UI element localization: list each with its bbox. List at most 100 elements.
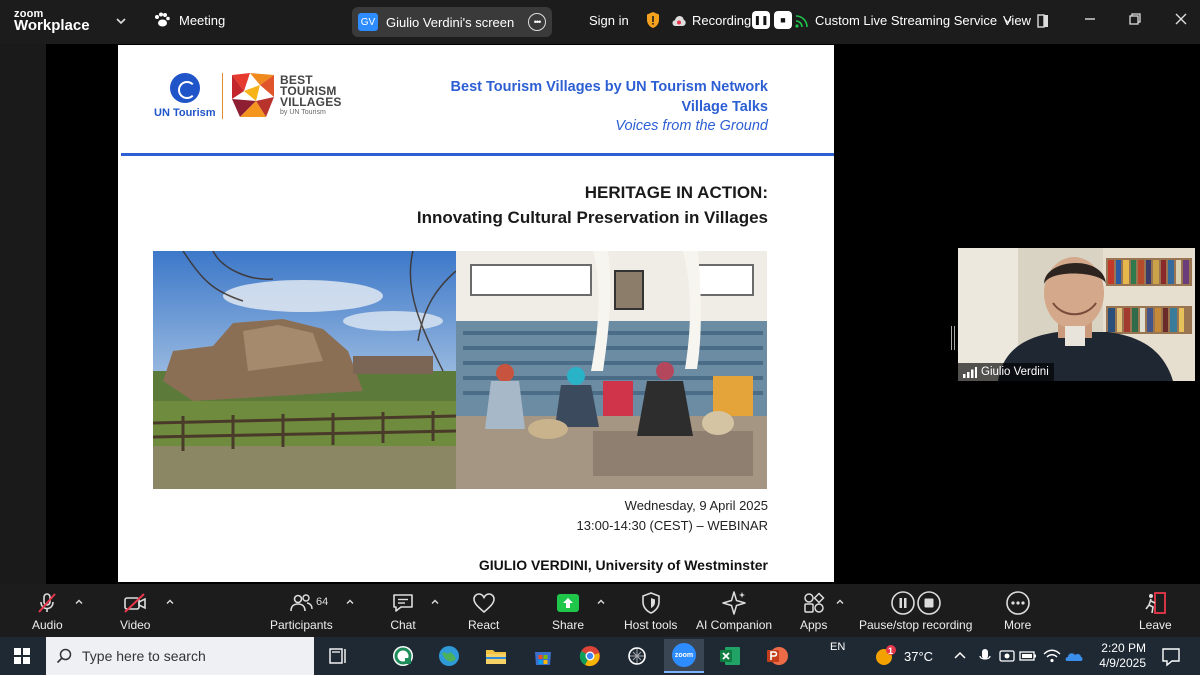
restore-icon[interactable] bbox=[1128, 12, 1142, 26]
paw-icon bbox=[155, 12, 170, 27]
pause-icon[interactable]: ❚❚ bbox=[752, 11, 770, 29]
un-globe-icon bbox=[169, 73, 200, 103]
sign-in-link[interactable]: Sign in bbox=[589, 13, 629, 28]
leave-door-icon bbox=[1145, 592, 1167, 614]
chevron-up-icon[interactable] bbox=[74, 597, 84, 607]
onedrive-icon[interactable] bbox=[1064, 643, 1084, 669]
chat-button[interactable]: Chat bbox=[390, 590, 416, 632]
security-shield-icon[interactable] bbox=[646, 11, 660, 29]
close-icon[interactable] bbox=[1174, 12, 1188, 26]
weather-temp: 37°C bbox=[904, 649, 934, 664]
ai-companion-label: AI Companion bbox=[696, 618, 773, 632]
leave-button[interactable]: Leave bbox=[1139, 590, 1172, 632]
pause-stop-recording-icon bbox=[890, 591, 941, 615]
event-date-block: Wednesday, 9 April 2025 13:00-14:30 (CES… bbox=[577, 496, 768, 536]
ai-companion-button[interactable]: AI Companion bbox=[696, 590, 772, 632]
video-button[interactable]: Video bbox=[120, 590, 150, 632]
more-options-icon[interactable]: ••• bbox=[528, 13, 546, 31]
panel-resize-handle[interactable] bbox=[951, 326, 955, 350]
chevron-up-icon[interactable] bbox=[165, 597, 175, 607]
speaker-name: GIULIO VERDINI, University of Westminste… bbox=[478, 557, 768, 573]
slide-header: Best Tourism Villages by UN Tourism Netw… bbox=[451, 78, 768, 137]
best-tourism-villages-logo-text: BEST TOURISM VILLAGES by UN Tourism bbox=[280, 74, 342, 118]
shared-slide: UN Tourism BEST TOURISM VILLAGES by UN T… bbox=[118, 45, 834, 582]
btv-sub: by UN Tourism bbox=[280, 109, 326, 116]
cloud-record-icon bbox=[672, 15, 686, 26]
shared-screen-pill[interactable]: GV Giulio Verdini's screen ••• bbox=[352, 7, 552, 37]
app-icon-1[interactable] bbox=[390, 643, 416, 669]
chevron-up-icon[interactable] bbox=[430, 597, 440, 607]
audio-button[interactable]: Audio bbox=[32, 590, 63, 632]
camera-tray-icon[interactable] bbox=[998, 643, 1016, 669]
stop-icon[interactable]: ■ bbox=[774, 11, 792, 29]
meeting-label: Meeting bbox=[179, 12, 226, 28]
powerpoint-icon[interactable] bbox=[764, 643, 790, 669]
chat-icon bbox=[393, 594, 413, 612]
battery-icon[interactable] bbox=[1019, 643, 1037, 669]
live-stream-icon bbox=[795, 14, 808, 28]
share-button[interactable]: Share bbox=[552, 590, 584, 632]
signal-strength-icon bbox=[963, 366, 977, 378]
participants-icon bbox=[290, 594, 314, 612]
host-tools-label: Host tools bbox=[624, 618, 678, 632]
windows-start-icon[interactable] bbox=[14, 648, 30, 664]
slide-photos bbox=[153, 251, 767, 489]
react-button[interactable]: React bbox=[468, 590, 499, 632]
minimize-icon[interactable] bbox=[1083, 12, 1097, 26]
windows-taskbar: Type here to search zoom EN 1 37°C 2:20 … bbox=[0, 637, 1200, 675]
slide-title-line-1: HERITAGE IN ACTION: bbox=[584, 183, 768, 202]
apps-icon bbox=[803, 592, 825, 613]
host-tools-button[interactable]: Host tools bbox=[624, 590, 677, 632]
react-label: React bbox=[468, 618, 500, 632]
screen-owner-badge: GV bbox=[358, 13, 378, 31]
chevron-up-icon[interactable] bbox=[596, 597, 606, 607]
heart-icon bbox=[472, 593, 495, 614]
weather-icon[interactable] bbox=[872, 643, 898, 669]
chrome-icon[interactable] bbox=[577, 643, 603, 669]
chevron-down-icon[interactable] bbox=[114, 14, 128, 28]
store-app-icon[interactable] bbox=[530, 643, 556, 669]
task-view-icon[interactable] bbox=[325, 643, 351, 669]
audio-label: Audio bbox=[32, 618, 63, 632]
chevron-up-icon[interactable] bbox=[952, 643, 968, 669]
system-clock[interactable]: 2:20 PM 4/9/2025 bbox=[1090, 641, 1146, 671]
maps-app-icon[interactable] bbox=[436, 643, 462, 669]
pause-recording-label: Pause/stop recording bbox=[859, 618, 973, 632]
zoom-taskbar-app[interactable]: zoom bbox=[664, 639, 704, 673]
live-stream-menu[interactable]: Custom Live Streaming Service bbox=[795, 13, 1013, 28]
participants-count: 64 bbox=[316, 596, 329, 608]
participants-label: Participants bbox=[270, 618, 333, 632]
shield-icon bbox=[641, 592, 660, 614]
participant-name-tag: Giulio Verdini bbox=[958, 363, 1054, 381]
microphone-tray-icon[interactable] bbox=[977, 643, 993, 669]
pause-stop-recording-button[interactable]: Pause/stop recording bbox=[859, 590, 972, 632]
more-button[interactable]: More bbox=[1004, 590, 1031, 632]
video-off-icon bbox=[124, 593, 147, 613]
chat-label: Chat bbox=[390, 618, 416, 632]
file-explorer-icon[interactable] bbox=[483, 643, 509, 669]
view-menu[interactable]: View bbox=[1003, 13, 1049, 28]
participant-video-tile[interactable] bbox=[958, 248, 1195, 381]
best-tourism-villages-logo-icon bbox=[232, 73, 274, 117]
chatgpt-icon[interactable] bbox=[624, 643, 650, 669]
zoom-workplace-logo[interactable]: zoom Workplace bbox=[14, 8, 90, 33]
more-label: More bbox=[1004, 618, 1032, 632]
meeting-toolbar: Audio Video Participants 64 Chat React S… bbox=[0, 584, 1200, 637]
chevron-up-icon[interactable] bbox=[835, 597, 845, 607]
meeting-menu[interactable]: Meeting bbox=[153, 12, 225, 28]
notifications-icon[interactable] bbox=[1158, 643, 1184, 669]
excel-icon[interactable] bbox=[717, 643, 743, 669]
view-label: View bbox=[1003, 13, 1031, 28]
stream-label: Custom Live Streaming Service bbox=[815, 13, 998, 28]
recording-indicator[interactable]: Recording... bbox=[672, 13, 762, 28]
taskbar-search[interactable]: Type here to search bbox=[46, 637, 314, 675]
chevron-up-icon[interactable] bbox=[345, 597, 355, 607]
clock-time: 2:20 PM bbox=[1101, 641, 1146, 655]
leave-label: Leave bbox=[1139, 618, 1172, 632]
language-indicator[interactable]: EN bbox=[830, 641, 845, 653]
zoom-window: zoom Workplace Meeting GV Giulio Verdini… bbox=[0, 0, 1200, 675]
apps-button[interactable]: Apps bbox=[800, 590, 827, 632]
wifi-icon[interactable] bbox=[1043, 643, 1061, 669]
slide-header-line-1: Best Tourism Villages by UN Tourism Netw… bbox=[450, 79, 768, 95]
logo-divider bbox=[222, 73, 223, 119]
